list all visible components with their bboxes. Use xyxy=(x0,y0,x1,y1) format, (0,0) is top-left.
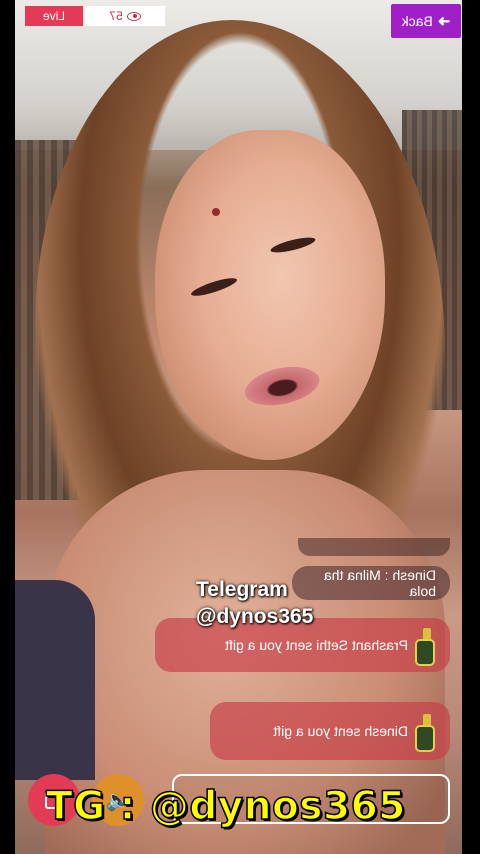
viewer-count: 57 xyxy=(109,9,123,23)
chat-gift-message: Dinesh sent you a gift xyxy=(210,702,450,760)
bottle-icon xyxy=(418,714,436,748)
overlay-line-1: Telegram xyxy=(196,578,288,601)
live-label: Live xyxy=(43,9,66,23)
back-button[interactable]: ➜ Back xyxy=(391,4,461,38)
back-label: Back xyxy=(401,13,433,29)
bottle-icon xyxy=(418,628,436,662)
arrow-left-icon: ➜ xyxy=(437,13,451,30)
streamer-bindi xyxy=(212,208,220,216)
chat-gift-text: Dinesh sent you a gift xyxy=(273,723,408,739)
chat-gift-text: Prashant Sethi sent you a gift xyxy=(225,637,408,653)
chat-message-text: Dinesh : Milna tha bola xyxy=(323,567,436,599)
eye-icon xyxy=(126,11,141,21)
overlay-line-2: @dynos365 xyxy=(196,605,314,628)
chat-message-partial xyxy=(298,538,450,556)
chat-message: Dinesh : Milna tha bola xyxy=(292,566,450,600)
streamer-face xyxy=(155,130,385,460)
watermark-text: TG : @dynos365 xyxy=(45,783,406,830)
viewer-count-badge: 57 xyxy=(85,6,165,26)
right-letterbox xyxy=(462,0,480,854)
streamer-clothing xyxy=(15,580,95,780)
telegram-overlay: Telegram @dynos365 xyxy=(196,576,313,630)
live-badge: Live xyxy=(25,6,83,26)
left-letterbox xyxy=(0,0,15,854)
